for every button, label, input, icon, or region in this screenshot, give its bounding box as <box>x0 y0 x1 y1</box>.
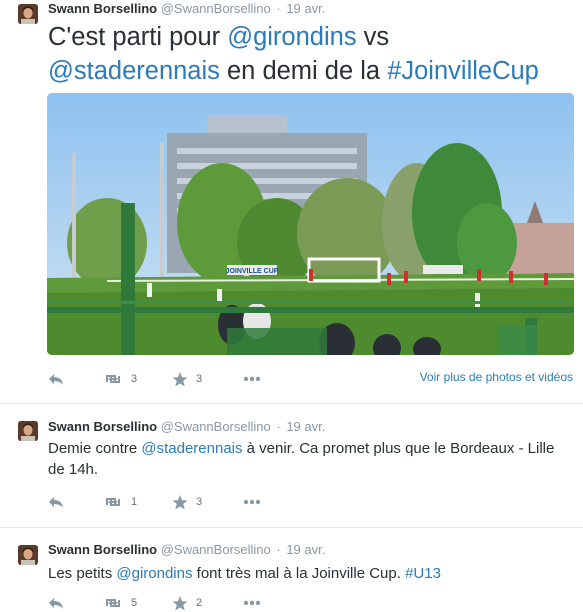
tweet-header: Swann Borsellino @SwannBorsellino · 19 a… <box>48 419 325 435</box>
reply-button[interactable] <box>48 370 64 388</box>
tweet-header: Swann Borsellino @SwannBorsellino · 19 a… <box>48 542 325 558</box>
author-handle[interactable]: @SwannBorsellino <box>161 542 271 557</box>
text-part: Demie contre <box>48 440 142 457</box>
more-photos-link[interactable]: Voir plus de photos et vidéos <box>420 370 573 384</box>
author-handle[interactable]: @SwannBorsellino <box>161 1 271 16</box>
author-name[interactable]: Swann Borsellino <box>48 542 157 557</box>
mention-staderennais[interactable]: @staderennais <box>48 57 220 85</box>
reply-icon <box>49 374 63 385</box>
reply-icon <box>49 598 63 609</box>
tweet-1: Swann Borsellino @SwannBorsellino · 19 a… <box>0 0 583 404</box>
author-name[interactable]: Swann Borsellino <box>48 419 157 434</box>
retweet-icon <box>106 375 120 383</box>
separator-dot: · <box>276 542 281 557</box>
more-dots-icon <box>243 499 261 505</box>
favorite-button[interactable]: 3 <box>172 370 202 388</box>
retweet-icon <box>106 599 120 607</box>
favorite-star-icon <box>172 494 188 509</box>
favorite-button[interactable]: 2 <box>172 594 202 612</box>
text-part: C'est parti pour <box>48 23 228 51</box>
favorite-button[interactable]: 3 <box>172 493 202 511</box>
favorite-star-icon <box>172 371 188 386</box>
more-dots-icon <box>243 600 261 606</box>
tweet-text: Les petits @girondins font très mal à la… <box>48 563 568 584</box>
retweet-button[interactable]: 1 <box>103 493 137 511</box>
favorite-count: 2 <box>196 597 203 609</box>
author-handle[interactable]: @SwannBorsellino <box>161 419 271 434</box>
football-field-photo: JOINVILLE CUP <box>47 93 574 355</box>
separator-dot: · <box>276 1 281 16</box>
favorite-star-icon <box>172 595 188 610</box>
tweet-timestamp[interactable]: 19 avr. <box>286 1 325 16</box>
author-name[interactable]: Swann Borsellino <box>48 1 157 16</box>
more-button[interactable] <box>243 370 261 388</box>
separator-dot: · <box>276 419 281 434</box>
favorite-count: 3 <box>196 496 203 508</box>
hashtag-joinvillecup[interactable]: #JoinvilleCup <box>387 57 539 85</box>
avatar[interactable] <box>18 4 38 24</box>
retweet-button[interactable]: 5 <box>103 594 137 612</box>
reply-icon <box>49 497 63 508</box>
mention-girondins[interactable]: @girondins <box>227 23 356 51</box>
text-part: Les petits <box>48 565 117 582</box>
tweet-3: Swann Borsellino @SwannBorsellino · 19 a… <box>0 528 583 610</box>
more-dots-icon <box>243 376 261 382</box>
text-part: en demi de la <box>219 57 388 85</box>
more-button[interactable] <box>243 493 261 511</box>
tweet-actions: 5 2 <box>48 594 348 612</box>
more-button[interactable] <box>243 594 261 612</box>
hashtag-u13[interactable]: #U13 <box>405 565 441 582</box>
text-part: font très mal à la Joinville Cup. <box>192 565 406 582</box>
avatar[interactable] <box>18 545 38 565</box>
tweet-text: C'est parti pour @girondins vs @staderen… <box>48 20 573 88</box>
mention-staderennais[interactable]: @staderennais <box>141 440 242 457</box>
tweet-actions: 3 3 Voir plus de photos et vidéos <box>48 370 573 388</box>
tweet-timestamp[interactable]: 19 avr. <box>286 419 325 434</box>
tweet-2: Swann Borsellino @SwannBorsellino · 19 a… <box>0 404 583 528</box>
retweet-count: 1 <box>131 496 138 508</box>
reply-button[interactable] <box>48 493 64 511</box>
retweet-count: 5 <box>131 597 138 609</box>
retweet-button[interactable]: 3 <box>103 370 137 388</box>
retweet-icon <box>106 498 120 506</box>
mention-girondins[interactable]: @girondins <box>116 565 192 582</box>
tweet-text: Demie contre @staderennais à venir. Ca p… <box>48 438 568 480</box>
tweet-actions: 1 3 <box>48 493 348 511</box>
avatar[interactable] <box>18 421 38 441</box>
tweet-header: Swann Borsellino @SwannBorsellino · 19 a… <box>48 1 325 17</box>
favorite-count: 3 <box>196 373 203 385</box>
tweet-timestamp[interactable]: 19 avr. <box>286 542 325 557</box>
text-part: vs <box>356 23 390 51</box>
reply-button[interactable] <box>48 594 64 612</box>
tweet-photo[interactable]: JOINVILLE CUP <box>47 93 574 355</box>
banner-text: JOINVILLE CUP <box>226 268 279 275</box>
retweet-count: 3 <box>131 373 138 385</box>
